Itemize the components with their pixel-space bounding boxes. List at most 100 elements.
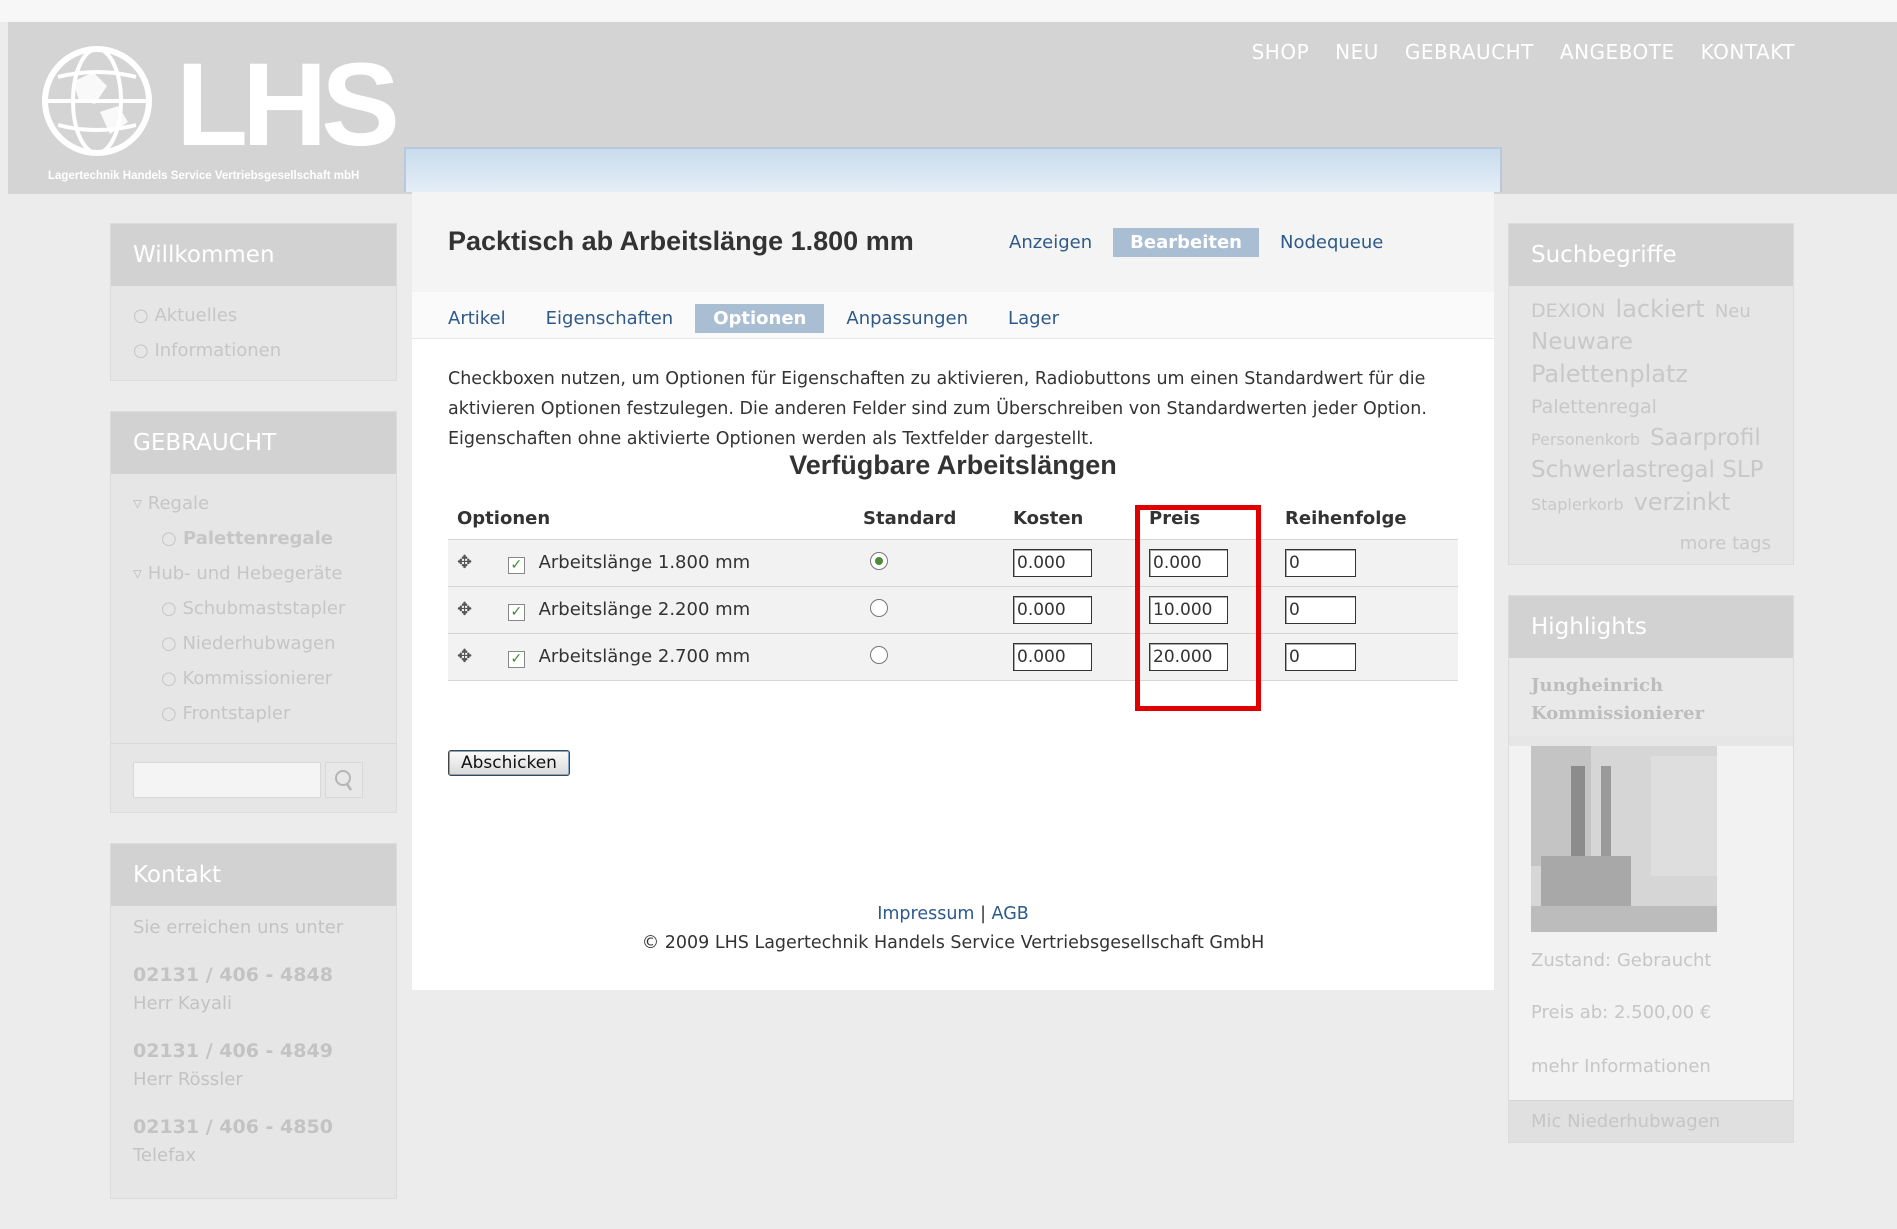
search-icon	[335, 770, 353, 791]
help-text: Checkboxen nutzen, um Optionen für Eigen…	[448, 369, 1427, 449]
tags-block: Suchbegriffe DEXION lackiert Neu Neuware…	[1508, 223, 1794, 565]
nav-neu[interactable]: NEU	[1335, 40, 1379, 64]
logo-wordmark: LHS	[176, 39, 400, 171]
option-checkbox[interactable]: ✓	[507, 557, 525, 574]
kosten-input[interactable]: 0.000	[1013, 596, 1092, 624]
menu-item-kommissionierer[interactable]: ○ Kommissionierer	[133, 661, 374, 696]
tab-optionen[interactable]: Optionen	[695, 304, 825, 333]
primary-tabs: Anzeigen Bearbeiten Nodequeue	[992, 228, 1404, 257]
option-label: Arbeitslänge 2.700 mm	[538, 646, 751, 667]
reihenfolge-input[interactable]: 0	[1285, 596, 1356, 624]
modal-titlebar[interactable]	[404, 147, 1502, 192]
highlights-title: Highlights	[1509, 596, 1793, 658]
left-sidebar: Willkommen ○ Aktuelles ○ Informationen G…	[110, 223, 397, 1229]
nav-angebote[interactable]: ANGEBOTE	[1560, 40, 1675, 64]
used-block: GEBRAUCHT ▿ Regale ○ Palettenregale ▿ Hu…	[110, 411, 397, 813]
bullet-icon: ○	[133, 340, 155, 361]
bullet-icon: ○	[161, 528, 177, 549]
tag-link[interactable]: Staplerkorb	[1531, 495, 1623, 514]
options-table: Optionen Standard Kosten Preis Reihenfol…	[448, 504, 1458, 681]
tab-anpassungen[interactable]: Anpassungen	[828, 304, 986, 333]
tab-lager[interactable]: Lager	[990, 304, 1077, 333]
more-tags-link[interactable]: more tags	[1509, 530, 1793, 564]
reihenfolge-input[interactable]: 0	[1285, 643, 1356, 671]
top-navigation: SHOP NEU GEBRAUCHT ANGEBOTE KONTAKT	[1252, 40, 1795, 64]
col-kosten: Kosten	[1013, 508, 1084, 529]
kosten-input[interactable]: 0.000	[1013, 549, 1092, 577]
secondary-tabs: Artikel Eigenschaften Optionen Anpassung…	[430, 304, 1081, 333]
contact-name: Telefax	[133, 1145, 197, 1166]
menu-item-aktuelles[interactable]: ○ Aktuelles	[133, 298, 374, 333]
tag-link[interactable]: Saarprofil	[1650, 425, 1761, 451]
tab-eigenschaften[interactable]: Eigenschaften	[528, 304, 692, 333]
highlight-image[interactable]	[1531, 746, 1717, 932]
tag-link[interactable]: Palettenplatz	[1531, 360, 1688, 388]
copyright: © 2009 LHS Lagertechnik Handels Service …	[641, 933, 1265, 953]
tag-link[interactable]: Neu	[1715, 301, 1751, 322]
logo-subtitle: Lagertechnik Handels Service Vertriebsge…	[48, 170, 360, 182]
contact-number: 02131 / 406 - 4849	[133, 1040, 333, 1062]
menu-item-niederhubwagen[interactable]: ○ Niederhubwagen	[133, 626, 374, 661]
nav-shop[interactable]: SHOP	[1252, 40, 1310, 64]
reihenfolge-input[interactable]: 0	[1285, 549, 1356, 577]
table-caption: Verfügbare Arbeitslängen	[789, 450, 1117, 480]
impressum-link[interactable]: Impressum	[877, 904, 974, 924]
contact-name: Herr Rössler	[133, 1069, 243, 1090]
drag-handle-icon[interactable]: ✥	[457, 646, 472, 667]
highlights-block: Highlights Jungheinrich Kommissionierer …	[1508, 595, 1794, 1143]
default-radio[interactable]	[870, 645, 888, 664]
menu-item-palettenregale[interactable]: ○ Palettenregale	[133, 521, 374, 556]
table-row: ✥ ✓ Arbeitslänge 1.800 mm 0.000 0.000 0	[448, 539, 1458, 587]
welcome-title: Willkommen	[111, 224, 396, 286]
tab-anzeigen[interactable]: Anzeigen	[992, 228, 1109, 257]
search-button[interactable]	[325, 762, 363, 798]
default-radio[interactable]	[870, 551, 888, 570]
globe-icon	[42, 46, 152, 156]
nav-kontakt[interactable]: KONTAKT	[1701, 40, 1795, 64]
tag-link[interactable]: DEXION	[1531, 300, 1605, 322]
tag-cloud: DEXION lackiert Neu Neuware Palettenplat…	[1509, 286, 1793, 530]
drag-handle-icon[interactable]: ✥	[457, 599, 472, 620]
highlight-name[interactable]: Jungheinrich Kommissionierer	[1509, 658, 1793, 736]
tab-artikel[interactable]: Artikel	[430, 304, 524, 333]
tag-link[interactable]: verzinkt	[1634, 488, 1731, 516]
highlight-price: Preis ab: 2.500,00 €	[1531, 1002, 1712, 1023]
col-optionen: Optionen	[457, 508, 551, 529]
preis-column-highlight	[1135, 505, 1261, 711]
bullet-icon: ○	[161, 633, 177, 654]
site-logo[interactable]: LHS Lagertechnik Handels Service Vertrie…	[36, 32, 406, 192]
bullet-icon: ○	[133, 305, 155, 326]
tag-link[interactable]: Neuware	[1531, 329, 1633, 355]
tag-link[interactable]: lackiert	[1616, 295, 1705, 323]
highlight-next-item[interactable]: Mic Niederhubwagen	[1509, 1100, 1793, 1142]
menu-item-hub-hebegeraete[interactable]: ▿ Hub- und Hebegeräte	[133, 556, 374, 591]
drag-handle-icon[interactable]: ✥	[457, 552, 472, 573]
col-standard: Standard	[863, 508, 957, 529]
tag-link[interactable]: Schwerlastregal SLP	[1531, 457, 1764, 483]
submit-button[interactable]: Abschicken	[448, 750, 570, 776]
expanded-arrow-icon: ▿	[133, 493, 143, 514]
tag-link[interactable]: Personenkorb	[1531, 430, 1640, 449]
default-radio[interactable]	[870, 598, 888, 617]
search-input[interactable]	[133, 762, 321, 798]
kosten-input[interactable]: 0.000	[1013, 643, 1092, 671]
highlight-more-link[interactable]: mehr Informationen	[1509, 1038, 1793, 1096]
table-row: ✥ ✓ Arbeitslänge 2.700 mm 0.000 20.000 0	[448, 633, 1458, 681]
bullet-icon: ○	[161, 703, 177, 724]
tag-link[interactable]: Palettenregal	[1531, 396, 1657, 418]
contact-intro: Sie erreichen uns unter	[133, 917, 344, 938]
agb-link[interactable]: AGB	[992, 904, 1029, 924]
tab-bearbeiten[interactable]: Bearbeiten	[1113, 228, 1259, 257]
page-title: Packtisch ab Arbeitslänge 1.800 mm	[448, 226, 914, 256]
menu-item-regale[interactable]: ▿ Regale	[133, 486, 374, 521]
nav-gebraucht[interactable]: GEBRAUCHT	[1405, 40, 1534, 64]
option-checkbox[interactable]: ✓	[507, 651, 525, 668]
contact-number: 02131 / 406 - 4848	[133, 964, 333, 986]
menu-item-schubmaststapler[interactable]: ○ Schubmaststapler	[133, 591, 374, 626]
tab-nodequeue[interactable]: Nodequeue	[1263, 228, 1400, 257]
welcome-block: Willkommen ○ Aktuelles ○ Informationen	[110, 223, 397, 381]
right-sidebar: Suchbegriffe DEXION lackiert Neu Neuware…	[1508, 223, 1794, 1173]
menu-item-informationen[interactable]: ○ Informationen	[133, 333, 374, 368]
option-checkbox[interactable]: ✓	[507, 604, 525, 621]
menu-item-frontstapler[interactable]: ○ Frontstapler	[133, 696, 374, 731]
